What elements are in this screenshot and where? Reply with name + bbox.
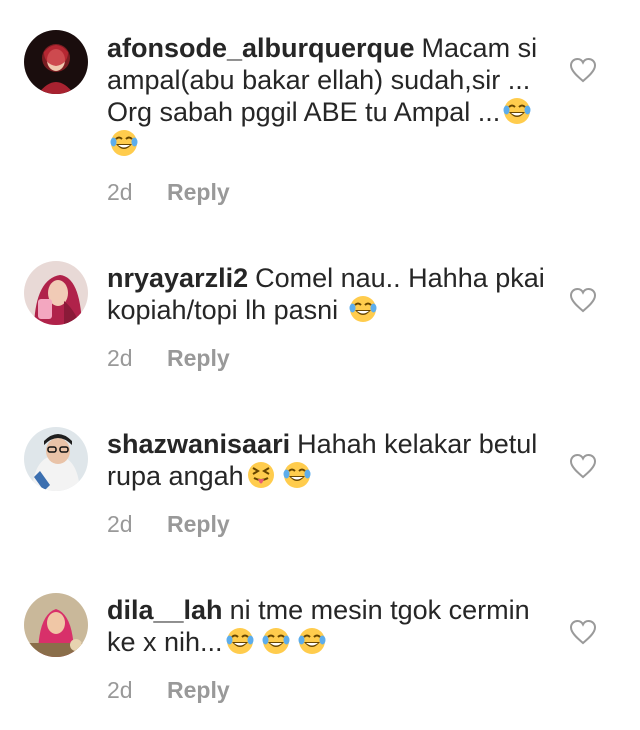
comment-meta: 2d Reply [107,344,230,372]
comment-timestamp: 2d [107,179,133,205]
heart-outline-icon[interactable] [568,56,598,84]
heart-outline-icon[interactable] [568,618,598,646]
tears-of-joy-emoji-icon [282,460,312,490]
tears-of-joy-emoji-icon [109,128,139,158]
tears-of-joy-emoji-icon [261,626,291,656]
comment-text: afonsode_alburquerque Macam si ampal(abu … [107,32,547,160]
comment-timestamp: 2d [107,677,133,703]
comment-text: dila__lah ni tme mesin tgok cermin ke x n… [107,594,547,658]
avatar[interactable] [24,261,88,325]
avatar[interactable] [24,427,88,491]
avatar[interactable] [24,593,88,657]
comment-meta: 2d Reply [107,510,230,538]
comment-username[interactable]: nryayarzli2 [107,263,248,293]
comment-text: nryayarzli2 Comel nau.. Hahha pkai kopiah… [107,262,547,326]
tears-of-joy-emoji-icon [502,96,532,126]
comment-username[interactable]: afonsode_alburquerque [107,33,415,63]
comment-timestamp: 2d [107,511,133,537]
reply-button[interactable]: Reply [167,511,230,537]
tears-of-joy-emoji-icon [348,294,378,324]
comment-username[interactable]: dila__lah [107,595,223,625]
avatar[interactable] [24,30,88,94]
reply-button[interactable]: Reply [167,345,230,371]
heart-outline-icon[interactable] [568,286,598,314]
tears-of-joy-emoji-icon [297,626,327,656]
reply-button[interactable]: Reply [167,179,230,205]
comment-username[interactable]: shazwanisaari [107,429,290,459]
squinting-tongue-emoji-icon [246,460,276,490]
comment-meta: 2d Reply [107,676,230,704]
comment-timestamp: 2d [107,345,133,371]
heart-outline-icon[interactable] [568,452,598,480]
comment-text: shazwanisaari Hahah kelakar betul rupa an… [107,428,547,492]
reply-button[interactable]: Reply [167,677,230,703]
tears-of-joy-emoji-icon [225,626,255,656]
comment-meta: 2d Reply [107,178,230,206]
